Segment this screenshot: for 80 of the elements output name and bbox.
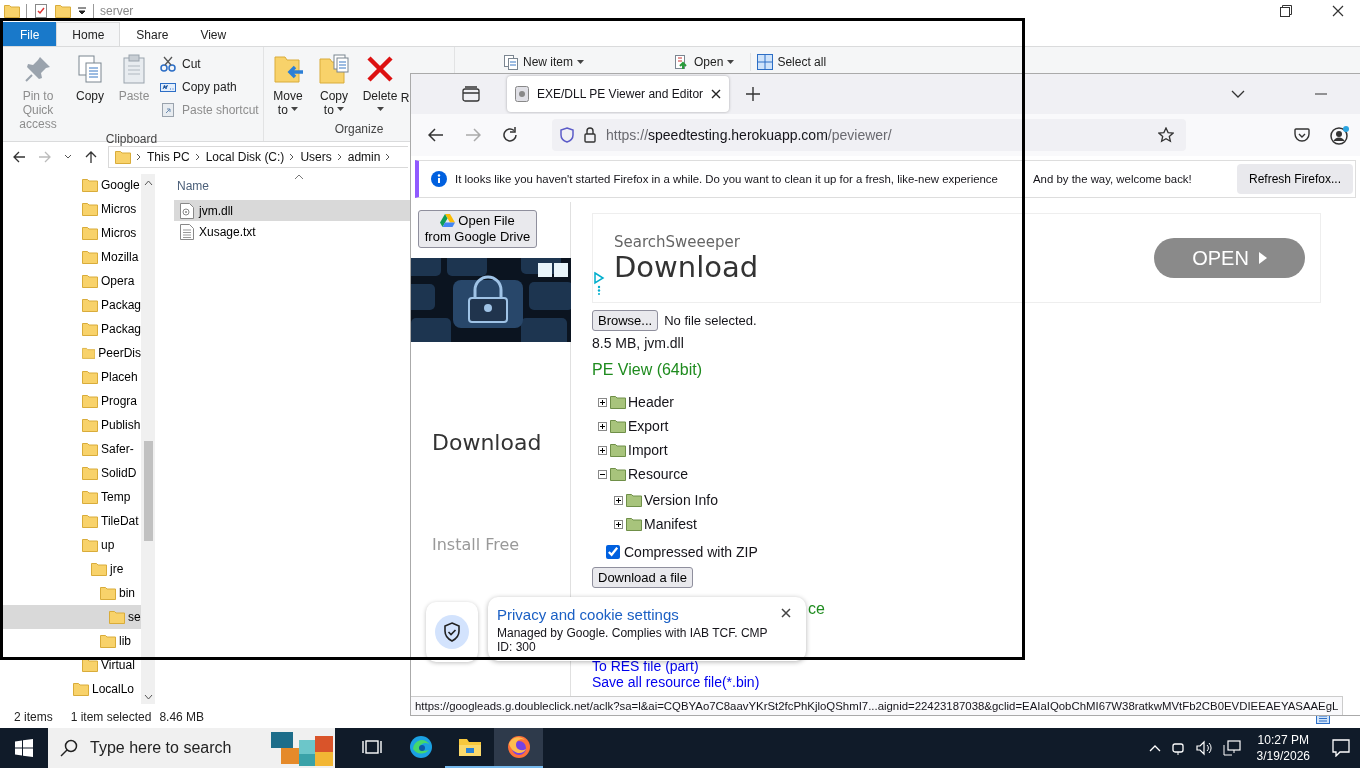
file-status: No file selected. — [664, 313, 757, 328]
ribbon-button[interactable]: R — [401, 53, 409, 121]
tree-item[interactable]: Export — [628, 418, 669, 434]
ad-title: Download — [614, 251, 759, 283]
ribbon-button[interactable]: Move to — [268, 53, 308, 121]
nav-item[interactable]: bin — [0, 581, 141, 605]
group-label: Organize — [334, 121, 384, 138]
breadcrumb-item[interactable]: admin — [347, 150, 381, 164]
ribbon-tab[interactable]: File — [3, 22, 57, 46]
status-text: 1 item selected — [70, 710, 152, 724]
nav-item[interactable]: jre — [0, 557, 141, 581]
file-row[interactable]: jvm.dll — [174, 200, 410, 221]
partial-text: ce — [808, 600, 825, 618]
ad-title: Download — [432, 430, 543, 455]
nav-item[interactable]: Micros — [0, 221, 141, 245]
tree-item[interactable]: Version Info — [644, 492, 718, 508]
file-row[interactable]: Xusage.txt — [174, 221, 410, 242]
nav-item[interactable]: SolidD — [0, 461, 141, 485]
link-preview: https://googleads.g.doubleclick.net/aclk?sa=l&ai=CQBYAo7C8aavYKrSt2fcPhKjloQShmI7...aignid=22423187038&gclid=EAIaIQobChMI67W38ratkwMVtFb2CB0EVDIEEAEYASAAEgL — [411, 696, 1344, 715]
ribbon-tab[interactable]: Home — [56, 22, 121, 46]
checkbox-label[interactable]: Compressed with ZIP — [624, 544, 758, 560]
nav-item[interactable]: Opera — [0, 269, 141, 293]
search-box[interactable]: Type here to search — [48, 728, 335, 768]
nav-item[interactable]: LocalLo — [0, 677, 141, 701]
ribbon-button[interactable]: Select all — [750, 53, 827, 71]
column-header[interactable]: Name — [177, 179, 209, 193]
nav-item[interactable]: se — [0, 605, 141, 629]
refresh-button[interactable]: Refresh Firefox... — [1236, 164, 1353, 194]
browser-tab[interactable]: EXE/DLL PE Viewer and Editor — [507, 76, 729, 112]
search-field[interactable]: Type here to search — [88, 738, 252, 758]
link[interactable]: Save all resource file(*.bin) — [592, 674, 760, 690]
nav-item[interactable]: PeerDis — [0, 341, 141, 365]
browse-button[interactable]: Browse... — [592, 310, 659, 331]
address-bar[interactable]: This PC Local Disk (C:) Users admin — [108, 146, 408, 168]
ribbon-button[interactable]: Copy — [72, 53, 108, 131]
nav-item[interactable]: up — [0, 533, 141, 557]
nav-item[interactable]: Packag — [0, 317, 141, 341]
file-info: 8.5 MB, jvm.dll — [592, 334, 684, 353]
nav-item[interactable]: Google — [0, 173, 141, 197]
breadcrumb-item[interactable]: Local Disk (C:) — [205, 150, 285, 164]
nav-item[interactable]: TileDat — [0, 509, 141, 533]
tree-item[interactable]: Header — [628, 394, 674, 410]
nav-item[interactable]: Micros — [0, 197, 141, 221]
address-bar[interactable]: https://speedtesting.herokuapp.com/peviewer/ — [552, 119, 1186, 151]
breadcrumb-item[interactable]: Users — [300, 150, 332, 164]
status-text: 8.46 MB — [159, 710, 205, 724]
tree-item[interactable]: Resource — [628, 466, 688, 482]
ribbon-button[interactable]: Cut — [160, 55, 259, 73]
nav-item[interactable]: Placeh — [0, 365, 141, 389]
popup-title[interactable]: Privacy and cookie settings — [497, 606, 776, 623]
notification-text: It looks like you haven't started Firefox in a while. Do you want to clean it up for a fresh, like-new experience — [455, 173, 999, 185]
nav-item[interactable]: Publish — [0, 413, 141, 437]
clock[interactable]: 10:27 PM 3/19/2026 — [1256, 732, 1310, 764]
popup-text: Managed by Google. Complies with IAB TCF. CMP ID: 300 — [497, 626, 769, 654]
nav-item[interactable]: Packag — [0, 293, 141, 317]
tree-item[interactable]: Import — [628, 442, 668, 458]
download-button[interactable]: Download a file — [592, 567, 693, 588]
ribbon-button[interactable]: Copy path — [160, 78, 259, 96]
ribbon-tab[interactable]: View — [184, 22, 243, 46]
ribbon-button[interactable]: Copy to — [314, 53, 354, 121]
nav-item[interactable]: Temp — [0, 485, 141, 509]
ad-brand: SearchSweeeper — [614, 233, 741, 251]
nav-item[interactable]: lib — [0, 629, 141, 653]
google-drive-button[interactable]: Open File from Google Drive — [418, 210, 537, 248]
url-text: https://speedtesting.herokuapp.com/peviewer/ — [606, 127, 892, 143]
notification-text: And by the way, welcome back! — [1033, 173, 1193, 185]
status-text: 2 items — [14, 710, 53, 724]
ribbon-button[interactable]: New item — [503, 53, 584, 71]
nav-item[interactable]: Mozilla — [0, 245, 141, 269]
tree-item[interactable]: Manifest — [644, 516, 697, 532]
nav-item[interactable]: Progra — [0, 389, 141, 413]
group-label: Clipboard — [105, 131, 158, 147]
breadcrumb-item[interactable]: This PC — [147, 150, 190, 164]
nav-item[interactable]: Safer- — [0, 437, 141, 461]
ribbon-button[interactable]: Delete — [360, 53, 400, 121]
section-heading: PE View (64bit) — [592, 360, 702, 380]
ribbon-button[interactable]: Open — [674, 53, 735, 71]
ribbon-tab[interactable]: Share — [120, 22, 185, 46]
window-title: server — [100, 4, 134, 18]
nav-item[interactable]: Virtual — [0, 653, 141, 677]
